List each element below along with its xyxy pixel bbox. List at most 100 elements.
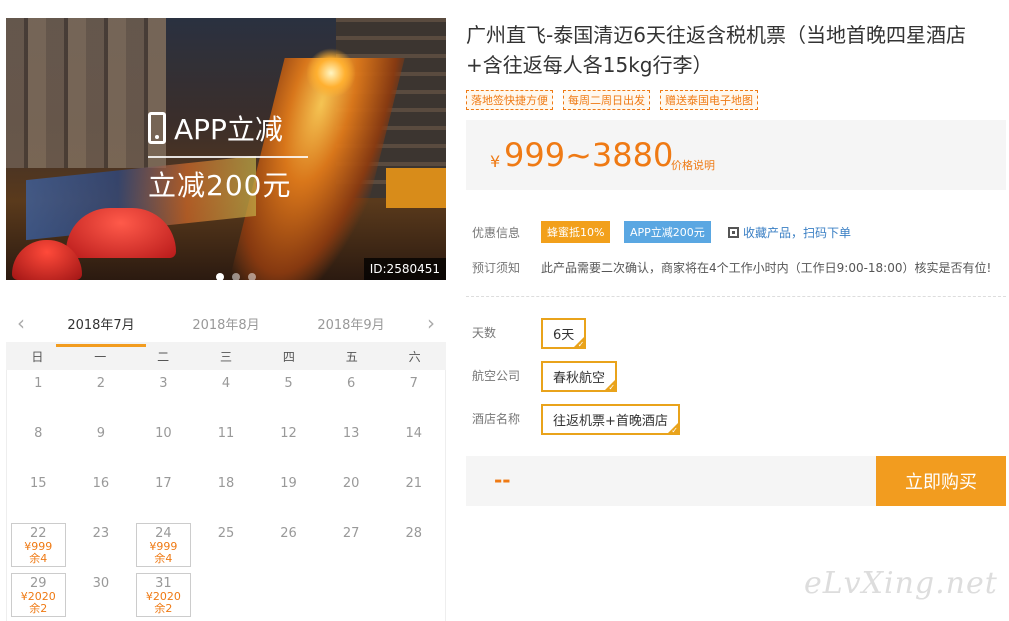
chevron-right-icon[interactable]: ›: [422, 313, 440, 333]
calendar-day-available[interactable]: 24 ¥999 余4: [136, 523, 191, 567]
day-number: 18: [217, 476, 235, 491]
booking-label: 预订须知: [472, 261, 521, 275]
chevron-left-icon[interactable]: ‹: [12, 313, 30, 333]
day-number: 9: [96, 426, 105, 441]
promo-line1: APP立减: [174, 113, 283, 146]
calendar-day: 17: [132, 470, 195, 520]
hero-image[interactable]: APP立减 立减200元 ID:2580451: [6, 18, 446, 280]
day-remaining: 余4: [29, 552, 48, 565]
day-number: 15: [30, 476, 47, 491]
day-number: 12: [280, 426, 297, 441]
feature-tag: 落地签快捷方便: [466, 90, 553, 110]
app-promo-overlay: APP立减 立减200元: [148, 108, 318, 204]
day-number: 21: [405, 476, 422, 491]
calendar-day: 9: [70, 420, 133, 470]
shop-awning: [386, 168, 446, 208]
price-range: 999~3880: [504, 136, 674, 174]
day-number: 6: [346, 376, 356, 391]
day-number: 11: [217, 426, 235, 441]
calendar-day: 15: [7, 470, 70, 520]
discount-label: 优惠信息: [472, 226, 521, 240]
day-number: 5: [284, 376, 293, 391]
feature-tags: 落地签快捷方便 每周二周日出发 赠送泰国电子地图: [466, 90, 758, 110]
day-remaining: 余2: [154, 602, 173, 615]
qr-link-text: 收藏产品，扫码下单: [743, 226, 852, 240]
calendar-day: 5: [257, 370, 320, 420]
day-number: 7: [409, 376, 418, 391]
calendar-day: 16: [70, 470, 133, 520]
day-number: 22: [30, 526, 47, 541]
month-tab-1[interactable]: 2018年7月: [56, 314, 146, 347]
feature-tag: 赠送泰国电子地图: [660, 90, 758, 110]
calendar-day: 26: [257, 520, 320, 570]
calendar-day-available[interactable]: 22 ¥999 余4: [11, 523, 66, 567]
buy-now-button[interactable]: 立即购买: [876, 456, 1006, 506]
month-tabs: ‹ 2018年7月 2018年8月 2018年9月 ›: [6, 306, 446, 347]
day-number: 31: [155, 576, 172, 591]
day-number: 28: [405, 526, 422, 541]
site-watermark: eLvXing.net: [804, 566, 998, 601]
calendar-day: 11: [195, 420, 258, 470]
weekday-label: 四: [282, 349, 295, 364]
section-divider: [466, 296, 1006, 297]
total-price: --: [494, 468, 511, 492]
days-option[interactable]: 6天: [541, 318, 587, 349]
day-number: 24: [155, 526, 172, 541]
calendar-day: 21: [382, 470, 445, 520]
promo-line1-row: APP立减: [148, 108, 318, 148]
day-number: 29: [30, 576, 47, 591]
weekday-label: 二: [157, 349, 170, 364]
airline-option[interactable]: 春秋航空: [541, 361, 618, 392]
app-discount-badge: APP立减200元: [624, 221, 711, 243]
weekday-label: 三: [219, 349, 232, 364]
hotel-option[interactable]: 往返机票+首晚酒店: [541, 404, 680, 435]
price-note-link[interactable]: 价格说明: [671, 157, 715, 173]
carousel-dot[interactable]: [248, 273, 256, 280]
month-tab-2[interactable]: 2018年8月: [181, 314, 271, 333]
day-number: 14: [405, 426, 422, 441]
weekday-label: 五: [345, 349, 358, 364]
carousel-dot[interactable]: [232, 273, 240, 280]
calendar-day: 12: [257, 420, 320, 470]
building-left: [6, 18, 166, 168]
qr-order-link[interactable]: 收藏产品，扫码下单: [728, 224, 851, 241]
weekday-label: 日: [31, 349, 44, 364]
product-page: APP立减 立减200元 ID:2580451 ‹ 2018年7月 2018年8…: [0, 0, 1009, 621]
calendar-day: 27: [320, 520, 383, 570]
calendar-day-available[interactable]: 29 ¥2020 余2: [11, 573, 66, 617]
carousel-dots: [216, 273, 256, 280]
day-remaining: 余4: [154, 552, 173, 565]
day-number: 16: [92, 476, 110, 491]
calendar-day: 25: [195, 520, 258, 570]
day-number: 25: [217, 526, 235, 541]
price-box: ¥ 999~3880 价格说明: [466, 120, 1006, 190]
day-number: 26: [280, 526, 297, 541]
calendar-day-available[interactable]: 31 ¥2020 余2: [136, 573, 191, 617]
day-number: 20: [342, 476, 360, 491]
calendar-day: 8: [7, 420, 70, 470]
calendar-day: 10: [132, 420, 195, 470]
calendar-day: 1: [7, 370, 70, 420]
month-tab-3[interactable]: 2018年9月: [306, 314, 396, 333]
calendar-day: 2: [70, 370, 133, 420]
day-number: 13: [342, 426, 360, 441]
calendar-day: 18: [195, 470, 258, 520]
calendar-day: 28: [382, 520, 445, 570]
day-number: 17: [155, 476, 172, 491]
promo-line2: 立减200元: [148, 169, 292, 202]
phone-icon: [148, 112, 166, 144]
day-number: 19: [280, 476, 297, 491]
calendar-day: 30: [70, 570, 133, 620]
day-remaining: 余2: [29, 602, 48, 615]
honey-discount-badge: 蜂蜜抵10%: [541, 221, 611, 243]
hotel-label: 酒店名称: [472, 412, 521, 426]
day-number: 8: [34, 426, 43, 441]
day-number: 30: [92, 576, 110, 591]
carousel-dot[interactable]: [216, 273, 224, 280]
calendar-day: 14: [382, 420, 445, 470]
day-number: 27: [342, 526, 360, 541]
calendar-day: 20: [320, 470, 383, 520]
price-currency: ¥: [490, 152, 501, 171]
qr-code-icon: [728, 227, 739, 238]
promo-divider: [148, 156, 308, 158]
